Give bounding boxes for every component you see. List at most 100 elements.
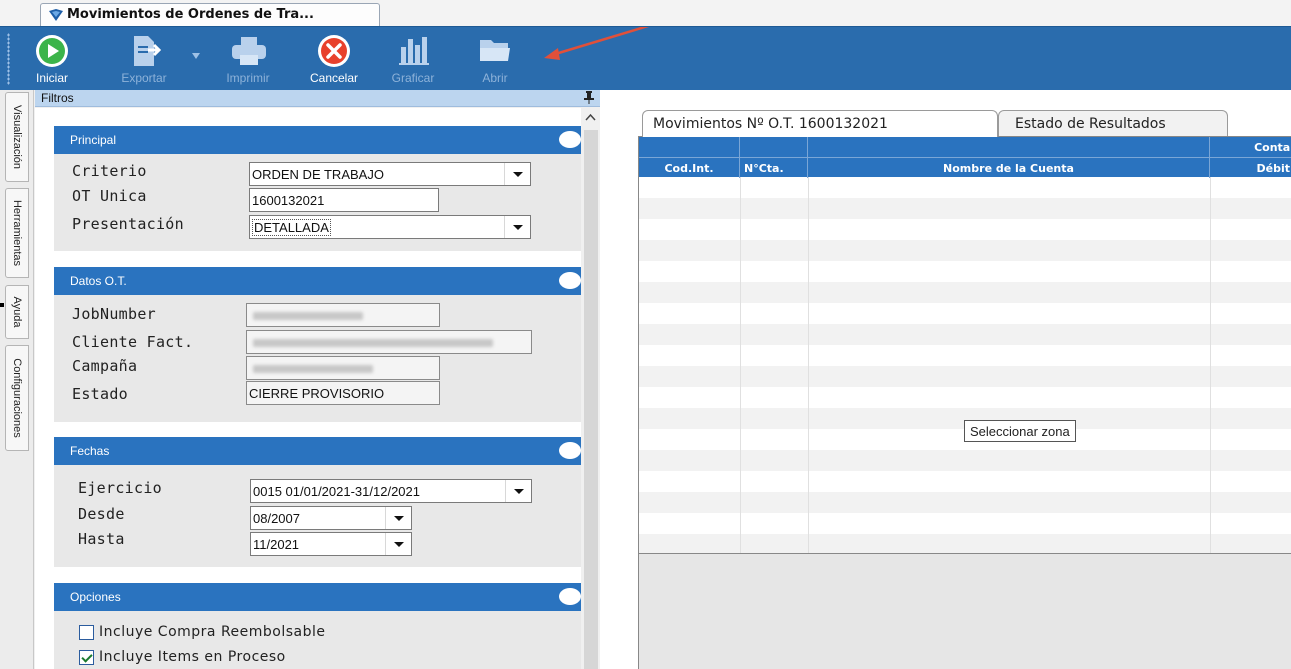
- grid-footer: [638, 553, 1291, 669]
- chevron-down-icon[interactable]: [505, 480, 531, 502]
- cancelar-label: Cancelar: [309, 71, 359, 85]
- table-row[interactable]: [639, 534, 1291, 553]
- cancel-icon: [318, 35, 350, 67]
- chevron-down-icon[interactable]: [504, 216, 530, 238]
- ot-unica-input[interactable]: 1600132021: [249, 188, 439, 212]
- compra-reembolsable-label: Incluye Compra Reembolsable: [99, 624, 326, 640]
- criterio-select[interactable]: ORDEN DE TRABAJO: [249, 162, 531, 186]
- column-header-debito[interactable]: Débit: [1210, 158, 1291, 178]
- desde-select[interactable]: 08/2007: [250, 506, 412, 530]
- play-icon: [36, 35, 68, 67]
- datos-ot-group: Datos O.T. JobNumber Cliente Fact. Campa…: [54, 267, 581, 422]
- redacted-text: [253, 312, 363, 320]
- table-row[interactable]: [639, 177, 1291, 198]
- cliente-fact-label: Cliente Fact.: [72, 333, 194, 351]
- scroll-track[interactable]: [584, 130, 598, 669]
- exportar-button[interactable]: Exportar: [102, 31, 186, 87]
- side-tab-herramientas[interactable]: Herramientas: [5, 188, 29, 278]
- items-en-proceso-checkbox[interactable]: [79, 650, 94, 665]
- tab-movimientos[interactable]: Movimientos Nº O.T. 1600132021: [642, 110, 998, 137]
- table-row[interactable]: [639, 219, 1291, 240]
- table-row[interactable]: [639, 492, 1291, 513]
- compra-reembolsable-checkbox[interactable]: [79, 625, 94, 640]
- principal-title: Principal: [70, 133, 117, 147]
- iniciar-button[interactable]: Iniciar: [24, 31, 80, 87]
- export-dropdown-icon[interactable]: [192, 53, 200, 59]
- table-row[interactable]: [639, 513, 1291, 534]
- filters-body: Principal Criterio ORDEN DE TRABAJO OT U…: [35, 108, 581, 669]
- pin-icon[interactable]: [584, 91, 594, 104]
- redacted-text: [253, 339, 493, 347]
- scroll-up-icon[interactable]: [581, 108, 600, 127]
- table-row[interactable]: [639, 324, 1291, 345]
- grid-column-header: Cod.Int. N°Cta. Nombre de la Cuenta Débi…: [639, 157, 1291, 178]
- collapse-toggle-icon[interactable]: [559, 131, 581, 148]
- table-row[interactable]: [639, 240, 1291, 261]
- export-icon: [134, 36, 162, 66]
- annotation-arrow-icon: [544, 27, 650, 60]
- desde-value: 08/2007: [253, 511, 300, 526]
- items-en-proceso-label: Incluye Items en Proceso: [99, 649, 286, 665]
- table-row[interactable]: [639, 345, 1291, 366]
- side-tab-label: Herramientas: [11, 199, 23, 267]
- grid-group-label: Contal: [1254, 141, 1291, 154]
- hasta-label: Hasta: [78, 530, 125, 548]
- collapse-toggle-icon[interactable]: [559, 588, 581, 605]
- presentacion-select[interactable]: DETALLADA: [249, 215, 531, 239]
- table-row[interactable]: [639, 450, 1291, 471]
- jobnumber-field: [246, 303, 440, 327]
- cliente-fact-field: [246, 330, 532, 354]
- table-row[interactable]: [639, 387, 1291, 408]
- window-tab[interactable]: Movimientos de Ordenes de Tra...: [40, 3, 380, 26]
- cancelar-button[interactable]: Cancelar: [296, 31, 372, 87]
- fechas-group: Fechas Ejercicio 0015 01/01/2021-31/12/2…: [54, 437, 581, 567]
- estado-field: CIERRE PROVISORIO: [246, 381, 440, 405]
- ot-unica-label: OT Unica: [72, 187, 147, 205]
- grid-group-cell: [639, 137, 740, 157]
- column-header-nro-cta[interactable]: N°Cta.: [740, 158, 808, 178]
- table-row[interactable]: [639, 261, 1291, 282]
- printer-icon: [232, 37, 266, 65]
- collapse-toggle-icon[interactable]: [559, 442, 581, 459]
- table-row[interactable]: [639, 198, 1291, 219]
- hasta-select[interactable]: 11/2021: [250, 532, 412, 556]
- imprimir-button[interactable]: Imprimir: [206, 31, 290, 87]
- side-tab-ayuda[interactable]: Ayuda: [5, 285, 29, 339]
- toolbar-grip-icon[interactable]: [7, 33, 10, 85]
- column-header-cod-int[interactable]: Cod.Int.: [639, 158, 740, 178]
- imprimir-label: Imprimir: [226, 71, 270, 85]
- grid-group-cell: [740, 137, 808, 157]
- toolbar: Iniciar Exportar Imprimir Cancelar Grafi…: [0, 26, 1291, 90]
- ejercicio-select[interactable]: 0015 01/01/2021-31/12/2021: [250, 479, 532, 503]
- filters-scrollbar[interactable]: [581, 108, 600, 669]
- column-divider: [1210, 177, 1211, 553]
- hasta-value: 11/2021: [253, 537, 300, 552]
- grid-body: [639, 177, 1291, 553]
- table-row[interactable]: [639, 282, 1291, 303]
- side-tab-label: Configuraciones: [11, 358, 23, 438]
- bar-chart-icon: [399, 37, 429, 65]
- opciones-group-header: Opciones: [54, 583, 581, 611]
- graficar-button[interactable]: Graficar: [374, 31, 452, 87]
- chevron-down-icon[interactable]: [504, 163, 530, 185]
- side-tab-configuraciones[interactable]: Configuraciones: [5, 345, 29, 451]
- chevron-down-icon[interactable]: [385, 533, 411, 555]
- abrir-button[interactable]: Abrir: [462, 31, 528, 87]
- side-tab-visualizacion[interactable]: Visualización: [5, 92, 29, 182]
- opciones-title: Opciones: [70, 590, 121, 604]
- chevron-down-icon[interactable]: [385, 507, 411, 529]
- seleccionar-zona-tooltip: Seleccionar zona: [964, 420, 1076, 442]
- datos-ot-group-header: Datos O.T.: [54, 267, 581, 295]
- collapse-toggle-icon[interactable]: [559, 272, 581, 289]
- column-divider: [808, 177, 809, 553]
- side-tab-label: Ayuda: [11, 296, 23, 328]
- table-row[interactable]: [639, 471, 1291, 492]
- table-row[interactable]: [639, 303, 1291, 324]
- window-tab-title: Movimientos de Ordenes de Tra...: [67, 7, 314, 22]
- column-header-nombre-cuenta[interactable]: Nombre de la Cuenta: [808, 158, 1210, 178]
- tab-estado-resultados[interactable]: Estado de Resultados: [998, 110, 1228, 137]
- table-row[interactable]: [639, 366, 1291, 387]
- results-area: Movimientos Nº O.T. 1600132021 Estado de…: [600, 90, 1291, 669]
- fechas-group-header: Fechas: [54, 437, 581, 465]
- criterio-label: Criterio: [72, 162, 147, 180]
